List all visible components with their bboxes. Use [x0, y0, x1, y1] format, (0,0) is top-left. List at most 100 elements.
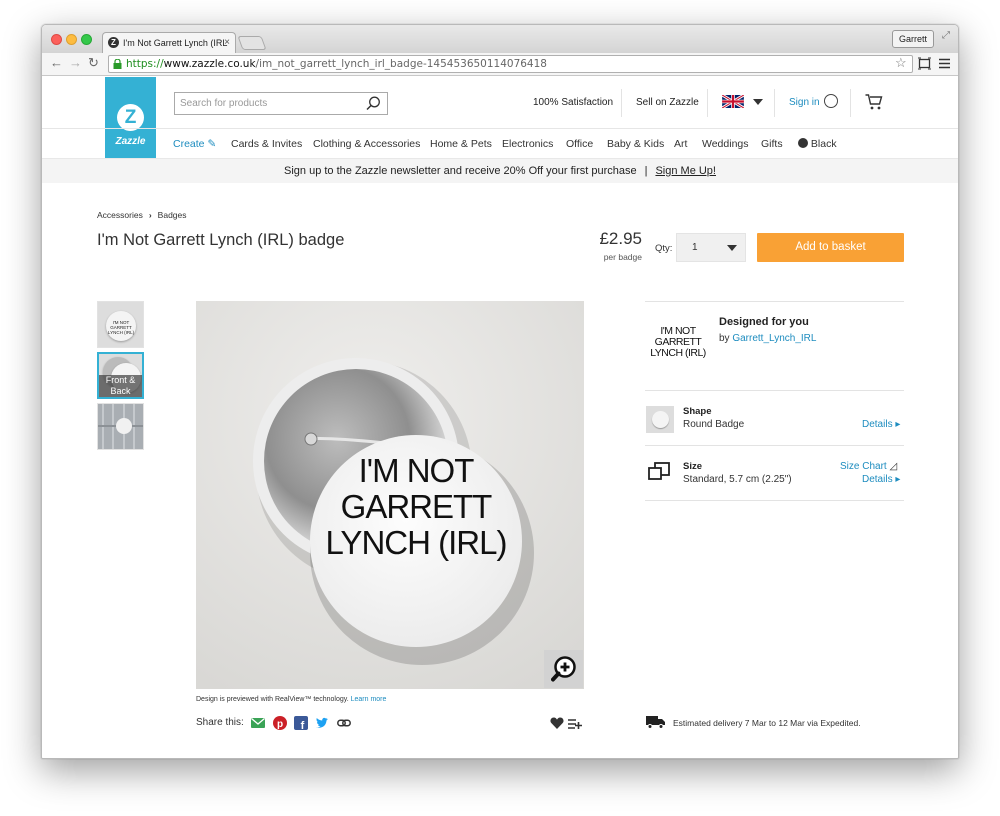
url-path: /im_not_garrett_lynch_irl_badge-14545365…: [255, 58, 547, 70]
forward-arrow-icon[interactable]: →: [69, 55, 82, 70]
chevron-down-icon[interactable]: [753, 99, 763, 105]
search-input[interactable]: Search for products: [174, 92, 388, 115]
url-host: www.zazzle.co.uk: [163, 58, 256, 70]
search-placeholder: Search for products: [180, 98, 268, 109]
sign-in-link[interactable]: Sign in: [789, 97, 820, 108]
badge-text: I'M NOT GARRETT LYNCH (IRL): [310, 453, 522, 561]
divider: [645, 500, 904, 501]
new-tab-button[interactable]: [237, 36, 267, 50]
zazzle-logo-mark: Z: [117, 104, 144, 131]
realview-note: Design is previewed with RealView™ techn…: [196, 696, 386, 703]
nav-home-pets[interactable]: Home & Pets: [430, 138, 492, 150]
shape-details-link[interactable]: Details ▸: [862, 419, 900, 430]
twitter-icon[interactable]: [315, 716, 329, 730]
nav-gifts[interactable]: Gifts: [761, 138, 783, 150]
header-divider: [621, 89, 622, 117]
truck-icon: [646, 716, 665, 729]
round-badge-icon: [652, 411, 669, 428]
bookmark-star-icon[interactable]: ☆: [895, 55, 907, 71]
shape-value: Round Badge: [683, 419, 745, 430]
designer-link[interactable]: Garrett_Lynch_IRL: [732, 333, 816, 344]
nav-weddings[interactable]: Weddings: [702, 138, 749, 150]
user-icon[interactable]: [824, 94, 838, 108]
minimize-window-button[interactable]: [66, 34, 77, 45]
email-icon[interactable]: [251, 716, 265, 730]
product-price: £2.95: [599, 229, 642, 248]
nav-cards-invites[interactable]: Cards & Invites: [231, 138, 302, 150]
add-to-basket-button[interactable]: Add to basket: [757, 233, 904, 262]
zoom-button[interactable]: [544, 650, 583, 688]
realview-text: Design is previewed with RealView™ techn…: [196, 696, 349, 703]
size-chart-label: Size Chart: [840, 461, 887, 472]
designer-credit: by Garrett_Lynch_IRL: [719, 333, 816, 344]
newsletter-banner: Sign up to the Zazzle newsletter and rec…: [42, 158, 958, 183]
title-bar: Z I'm Not Garrett Lynch (IRL × Garrett ⤢: [42, 25, 958, 53]
learn-more-link[interactable]: Learn more: [351, 696, 387, 703]
zoom-in-icon: [551, 656, 576, 682]
close-window-button[interactable]: [51, 34, 62, 45]
zazzle-wordmark: Zazzle: [115, 136, 146, 147]
nav-baby-kids[interactable]: Baby & Kids: [607, 138, 664, 150]
nav-art[interactable]: Art: [674, 138, 687, 150]
size-chart-link[interactable]: Size Chart ◿: [840, 461, 897, 472]
search-icon[interactable]: [366, 96, 381, 111]
fullscreen-icon[interactable]: ⤢: [942, 30, 950, 41]
browser-toolbar: ← → ↻ https://www.zazzle.co.uk/im_not_ga…: [42, 53, 958, 76]
thumbnail-front[interactable]: I'M NOT GARRETT LYNCH (IRL): [97, 301, 144, 348]
banner-separator: |: [644, 165, 648, 177]
size-icon: [648, 462, 670, 480]
link-icon[interactable]: [337, 716, 351, 730]
pencil-icon: ✎: [207, 138, 217, 150]
facebook-icon[interactable]: f: [294, 716, 308, 730]
url-scheme: https://: [126, 58, 164, 70]
zoom-window-button[interactable]: [81, 34, 92, 45]
add-to-list-icon[interactable]: [568, 716, 582, 730]
reload-icon[interactable]: ↻: [88, 55, 99, 71]
divider: [645, 445, 904, 446]
size-label: Size: [683, 461, 703, 472]
header-divider: [774, 89, 775, 117]
satisfaction-link[interactable]: 100% Satisfaction: [533, 97, 613, 108]
breadcrumb-accessories[interactable]: Accessories: [97, 210, 143, 220]
profile-button[interactable]: Garrett: [891, 30, 934, 48]
nav-clothing-accessories[interactable]: Clothing & Accessories: [313, 138, 420, 150]
cast-icon[interactable]: [918, 57, 931, 70]
address-bar[interactable]: https://www.zazzle.co.uk/im_not_garrett_…: [108, 55, 913, 73]
back-arrow-icon[interactable]: ←: [50, 55, 63, 70]
chevron-right-icon: ›: [148, 210, 152, 220]
by-prefix: by: [719, 333, 730, 344]
thumbnail-label: Front & Back: [99, 375, 142, 397]
thumbnail-front-back[interactable]: Front & Back: [97, 352, 144, 399]
product-image[interactable]: I'M NOT GARRETT LYNCH (IRL): [196, 301, 584, 689]
size-chart-icon: ◿: [889, 461, 898, 472]
nav-office[interactable]: Office: [566, 138, 593, 150]
nav-create-label: Create: [173, 138, 205, 150]
thumbnail-on-jacket[interactable]: [97, 403, 144, 450]
banner-text: Sign up to the Zazzle newsletter and rec…: [284, 165, 637, 177]
nav-create[interactable]: Create ✎: [173, 138, 216, 150]
header-divider: [850, 89, 851, 117]
heart-icon[interactable]: [550, 716, 564, 730]
pinterest-icon[interactable]: p: [273, 716, 287, 730]
menu-icon[interactable]: [939, 58, 950, 69]
tab-close-icon[interactable]: ×: [224, 33, 230, 53]
browser-tab[interactable]: Z I'm Not Garrett Lynch (IRL ×: [102, 32, 236, 53]
size-details-link[interactable]: Details ▸: [862, 474, 900, 485]
price-per-unit: per badge: [603, 252, 642, 262]
nav-black[interactable]: Black: [798, 138, 837, 150]
quantity-select[interactable]: 1: [676, 233, 746, 262]
sign-me-up-link[interactable]: Sign Me Up!: [655, 165, 716, 177]
nav-electronics[interactable]: Electronics: [502, 138, 553, 150]
page-title: I'm Not Garrett Lynch (IRL) badge: [97, 231, 345, 249]
breadcrumb-badges[interactable]: Badges: [158, 210, 187, 220]
badge-text-line: LYNCH (IRL): [325, 524, 508, 561]
delivery-estimate: Estimated delivery 7 Mar to 12 Mar via E…: [673, 718, 861, 728]
sell-on-zazzle-link[interactable]: Sell on Zazzle: [636, 97, 699, 108]
lock-icon: [113, 59, 122, 69]
zazzle-logo[interactable]: Z Zazzle: [105, 77, 156, 163]
uk-flag-icon[interactable]: [722, 95, 744, 108]
tab-title: I'm Not Garrett Lynch (IRL: [123, 38, 228, 48]
svg-text:f: f: [301, 720, 305, 730]
cart-icon[interactable]: [865, 93, 883, 111]
design-thumbnail[interactable]: I'M NOT GARRETT LYNCH (IRL): [648, 313, 708, 373]
